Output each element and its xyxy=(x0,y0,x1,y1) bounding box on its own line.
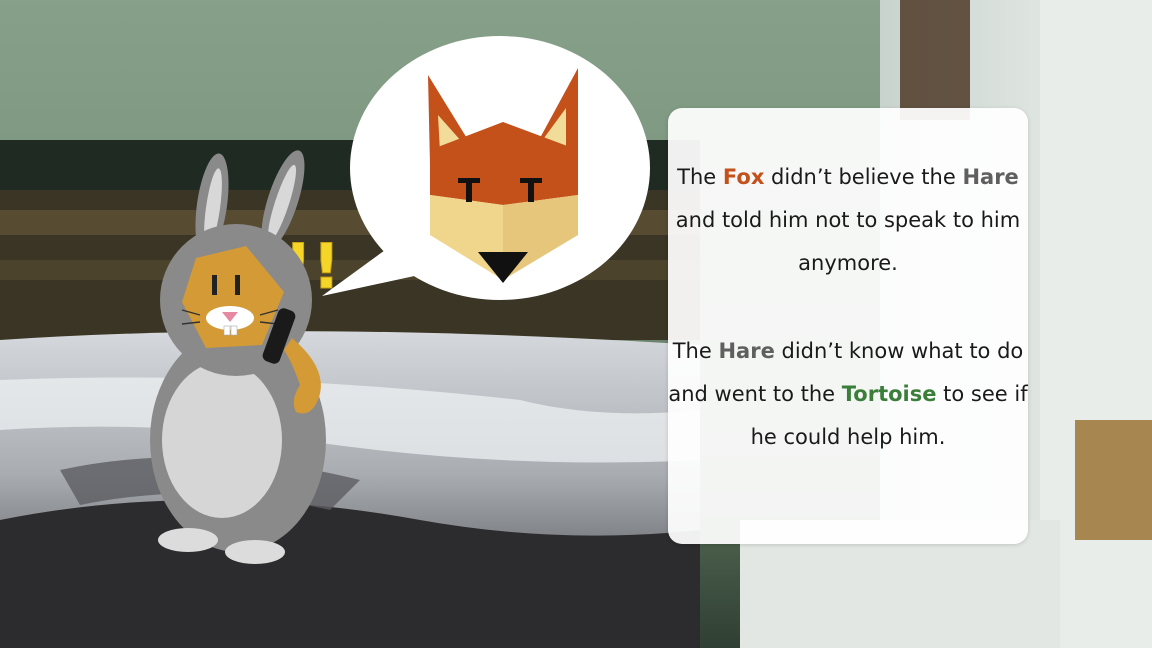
hare-name: Hare xyxy=(718,339,775,363)
hare-name: Hare xyxy=(962,165,1019,189)
story-paragraph-2: The Hare didn’t know what to do and went… xyxy=(668,330,1028,459)
text-run: and told him not to speak to him anymore… xyxy=(675,208,1021,275)
story-paragraph-1: The Fox didn’t believe the Hare and told… xyxy=(668,156,1028,285)
text-run: didn’t believe the xyxy=(764,165,963,189)
fox-name: Fox xyxy=(722,165,765,189)
text-run: The xyxy=(677,165,723,189)
text-run: The xyxy=(672,339,719,363)
story-text-panel: The Fox didn’t believe the Hare and told… xyxy=(668,108,1028,544)
tortoise-name: Tortoise xyxy=(841,382,937,406)
